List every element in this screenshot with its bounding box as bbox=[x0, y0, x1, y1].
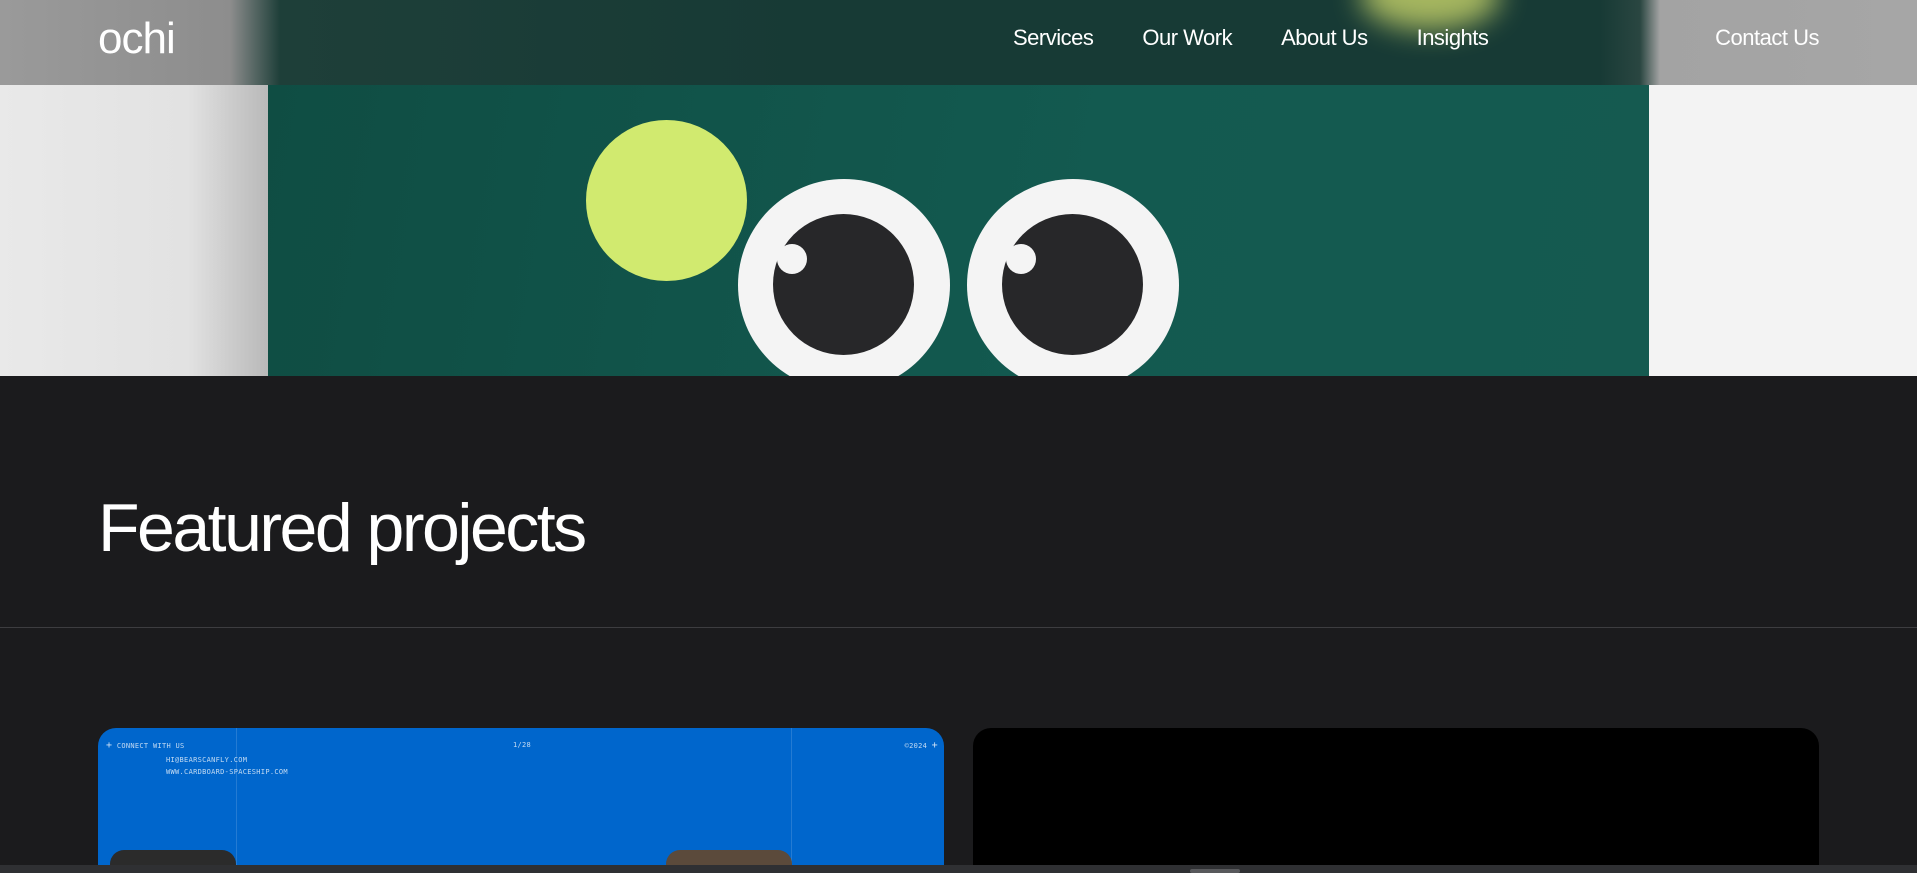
hero-banner bbox=[0, 85, 1917, 376]
card-page-counter: 1/28 bbox=[513, 741, 532, 749]
pupil-right bbox=[1002, 214, 1143, 355]
logo[interactable]: ochi bbox=[98, 14, 176, 64]
card-grid-line bbox=[236, 728, 237, 873]
section-divider bbox=[0, 627, 1917, 628]
nav-link-about-us[interactable]: About Us bbox=[1281, 25, 1368, 51]
nav-link-services[interactable]: Services bbox=[1013, 25, 1094, 51]
hero-right-panel bbox=[1649, 85, 1917, 376]
scroll-thumb[interactable] bbox=[1190, 869, 1240, 873]
pupil-left bbox=[773, 214, 914, 355]
eye-glint-right bbox=[1006, 244, 1036, 274]
featured-projects-title: Featured projects bbox=[98, 490, 587, 566]
card-meta-top-right: ©2024 + bbox=[905, 740, 938, 751]
card-email: HI@BEARSCANFLY.COM bbox=[166, 756, 248, 764]
nav-links: Services Our Work About Us Insights bbox=[1013, 25, 1537, 51]
card-website: WWW.CARDBOARD-SPACESHIP.COM bbox=[166, 768, 288, 776]
hero-left-panel bbox=[0, 85, 268, 376]
card-connect-label: CONNECT WITH US bbox=[116, 742, 185, 750]
project-card-1[interactable]: + CONNECT WITH US 1/28 ©2024 + HI@BEARSC… bbox=[98, 728, 944, 873]
hero-center-panel bbox=[268, 85, 1649, 376]
top-nav: ochi Services Our Work About Us Insights… bbox=[0, 0, 1917, 85]
plus-icon: + bbox=[931, 740, 938, 751]
eye-left bbox=[738, 179, 950, 376]
bottom-scroll-bar[interactable] bbox=[0, 865, 1917, 873]
nav-link-our-work[interactable]: Our Work bbox=[1142, 25, 1232, 51]
eye-glint-left bbox=[777, 244, 807, 274]
tennis-ball-graphic bbox=[586, 120, 747, 281]
card-grid-line bbox=[791, 728, 792, 873]
card-meta-top-left: + CONNECT WITH US bbox=[106, 740, 185, 751]
project-card-2[interactable] bbox=[973, 728, 1819, 873]
plus-icon: + bbox=[106, 740, 113, 751]
card-year-label: ©2024 bbox=[904, 742, 928, 750]
nav-link-contact-us[interactable]: Contact Us bbox=[1715, 25, 1819, 51]
eye-right bbox=[967, 179, 1179, 376]
nav-link-insights[interactable]: Insights bbox=[1417, 25, 1489, 51]
